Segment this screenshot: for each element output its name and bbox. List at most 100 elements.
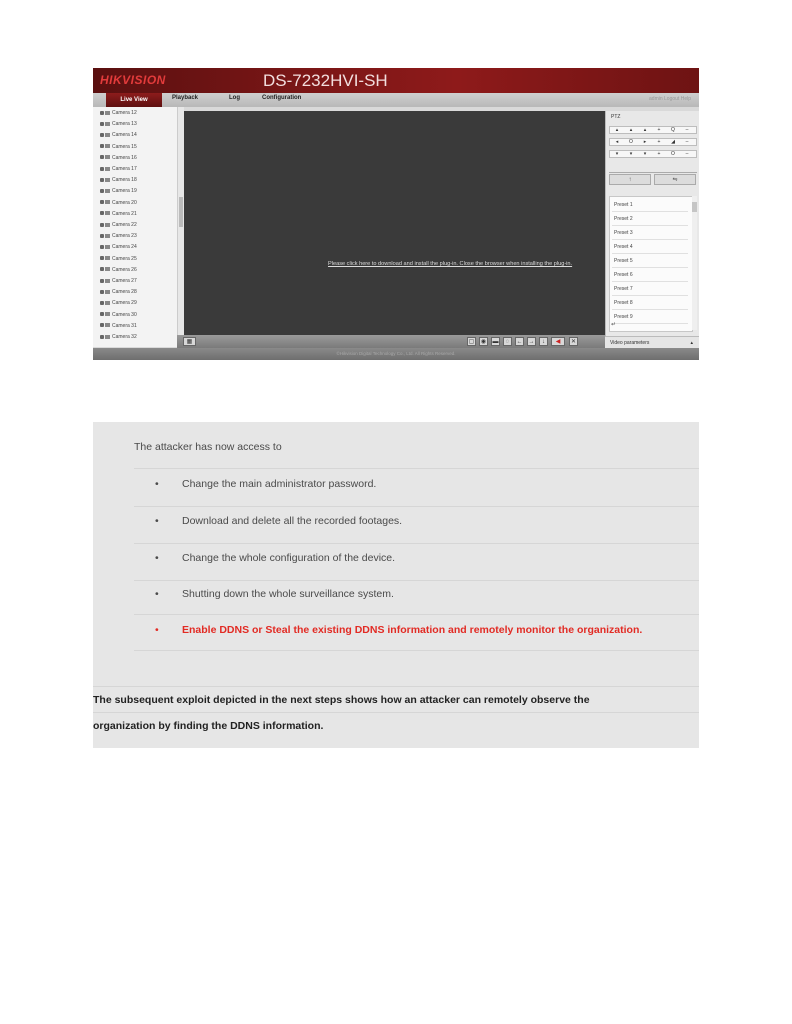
copyright-text: ©Hikvision Digital Technology Co., Ltd. … — [336, 351, 456, 356]
bullet-item: Change the whole configuration of the de… — [182, 552, 396, 564]
camera-tree-item[interactable]: Camera 16 — [93, 154, 177, 163]
camera-tree-item[interactable]: Camera 27 — [93, 277, 177, 286]
camera-tree-item[interactable]: Camera 12 — [93, 109, 177, 118]
camera-tree-scrollbar[interactable] — [177, 107, 184, 347]
camera-tree-item[interactable]: Camera 30 — [93, 311, 177, 320]
zoom-icon[interactable]: Q — [666, 127, 680, 134]
camera-tree-item[interactable]: Camera 28 — [93, 288, 177, 297]
camera-tree-item[interactable]: Camera 13 — [93, 120, 177, 129]
ptz-down-icon[interactable]: ▾ — [624, 151, 638, 158]
zoom-icon[interactable]: ◌ — [503, 337, 512, 346]
camera-tree-item[interactable]: Camera 15 — [93, 143, 177, 152]
camera-tree-item[interactable]: Camera 31 — [93, 322, 177, 331]
camera-icon — [105, 323, 110, 328]
preset-item[interactable]: Preset 3 — [612, 227, 688, 240]
camera-icon[interactable]: ◉ — [479, 337, 488, 346]
camera-tree-item[interactable]: Camera 17 — [93, 165, 177, 174]
camera-icon — [105, 267, 110, 272]
scroll-thumb[interactable] — [179, 197, 183, 227]
iris-icon[interactable]: O — [666, 151, 680, 158]
camera-tree-item[interactable]: Camera 25 — [93, 255, 177, 264]
light-button[interactable]: ↑ — [609, 174, 651, 185]
microphone-icon[interactable]: ↓ — [539, 337, 548, 346]
ptz-panel: PTZ ▴ ▴ ▴ + Q – ◂ O ▸ + ◢ – ▾ ▾ ▾ + O – ↑ ⇋ Preset 1 Pre… — [605, 111, 699, 339]
zoom-out-icon[interactable]: – — [680, 127, 694, 134]
iris-in-icon[interactable]: + — [652, 151, 666, 158]
ptz-left-icon[interactable]: ◂ — [610, 139, 624, 146]
focus-out-icon[interactable]: – — [680, 139, 694, 146]
camera-tree-item[interactable]: Camera 19 — [93, 187, 177, 196]
ptz-up-icon[interactable]: ▴ — [624, 127, 638, 134]
capture-icon[interactable]: ▢ — [467, 337, 476, 346]
ptz-auto-icon[interactable]: O — [624, 139, 638, 146]
ptz-up-right-icon[interactable]: ▴ — [638, 127, 652, 134]
scroll-thumb[interactable] — [692, 202, 697, 212]
tab-log[interactable]: Log — [229, 95, 240, 101]
preset-item[interactable]: Preset 2 — [612, 213, 688, 226]
zoom-in-icon[interactable]: + — [652, 127, 666, 134]
camera-icon — [105, 301, 110, 306]
lock-icon — [100, 200, 104, 205]
ptz-up-left-icon[interactable]: ▴ — [610, 127, 624, 134]
preset-item[interactable]: Preset 8 — [612, 297, 688, 310]
tab-live-view[interactable]: Live View — [106, 93, 162, 107]
camera-tree-item[interactable]: Camera 18 — [93, 176, 177, 185]
close-icon[interactable]: ✕ — [569, 337, 578, 346]
preset-call-icon[interactable]: ↵ — [611, 321, 616, 328]
lock-icon — [100, 256, 104, 261]
ptz-row-2[interactable]: ◂ O ▸ + ◢ – — [609, 138, 697, 146]
tab-playback[interactable]: Playback — [172, 95, 198, 101]
camera-tree-item[interactable]: Camera 22 — [93, 221, 177, 230]
camera-label: Camera 22 — [112, 222, 137, 228]
bullet-item: Shutting down the whole surveillance sys… — [182, 588, 394, 600]
plugin-download-link[interactable]: Please click here to download and instal… — [328, 261, 572, 267]
wiper-button[interactable]: ⇋ — [654, 174, 696, 185]
ptz-row-3[interactable]: ▾ ▾ ▾ + O – — [609, 150, 697, 158]
preset-item[interactable]: Preset 9 — [612, 311, 688, 324]
preset-item[interactable]: Preset 1 — [612, 199, 688, 212]
camera-tree-item[interactable]: Camera 29 — [93, 299, 177, 308]
camera-tree-item[interactable]: Camera 26 — [93, 266, 177, 275]
preset-list: Preset 1 Preset 2 Preset 3 Preset 4 Preset 5… — [609, 196, 693, 332]
preset-item[interactable]: Preset 4 — [612, 241, 688, 254]
next-icon[interactable]: → — [527, 337, 536, 346]
camera-tree: Camera 12 Camera 13 Camera 14 Camera 15 Came… — [93, 107, 177, 347]
ptz-down-left-icon[interactable]: ▾ — [610, 151, 624, 158]
camera-icon — [105, 245, 110, 250]
lock-icon — [100, 177, 104, 182]
ptz-speed-slider[interactable] — [609, 167, 697, 173]
video-area[interactable]: Please click here to download and instal… — [184, 111, 605, 335]
focus-icon[interactable]: ◢ — [666, 139, 680, 146]
preset-scrollbar[interactable] — [692, 196, 697, 330]
camera-tree-item[interactable]: Camera 20 — [93, 199, 177, 208]
camera-icon — [105, 166, 110, 171]
iris-out-icon[interactable]: – — [680, 151, 694, 158]
camera-label: Camera 19 — [112, 188, 137, 195]
camera-tree-item[interactable]: Camera 21 — [93, 210, 177, 219]
ptz-right-icon[interactable]: ▸ — [638, 139, 652, 146]
camera-tree-item[interactable]: Camera 14 — [93, 131, 177, 140]
camera-icon — [105, 110, 110, 115]
ptz-row-1[interactable]: ▴ ▴ ▴ + Q – — [609, 126, 697, 134]
camera-icon — [105, 312, 110, 317]
preset-item[interactable]: Preset 6 — [612, 269, 688, 282]
preset-item[interactable]: Preset 5 — [612, 255, 688, 268]
user-links[interactable]: admin Logout Help — [649, 96, 691, 102]
focus-in-icon[interactable]: + — [652, 139, 666, 146]
camera-tree-item[interactable]: Camera 23 — [93, 232, 177, 241]
record-icon[interactable]: ▬ — [491, 337, 500, 346]
audio-icon[interactable]: ◀ — [551, 337, 565, 346]
video-parameters-dropdown[interactable]: Video parameters ▴ — [605, 336, 699, 348]
camera-icon — [105, 289, 110, 294]
lock-icon — [100, 323, 104, 328]
tab-configuration[interactable]: Configuration — [262, 95, 301, 101]
prev-icon[interactable]: ← — [515, 337, 524, 346]
preset-item[interactable]: Preset 7 — [612, 283, 688, 296]
camera-tree-item[interactable]: Camera 32 — [93, 333, 177, 342]
lock-icon — [100, 211, 104, 216]
camera-icon — [105, 222, 110, 227]
camera-tree-item[interactable]: Camera 24 — [93, 243, 177, 252]
camera-label: Camera 30 — [112, 311, 137, 318]
ptz-down-right-icon[interactable]: ▾ — [638, 151, 652, 158]
layout-icon[interactable]: ▦ — [183, 337, 196, 346]
